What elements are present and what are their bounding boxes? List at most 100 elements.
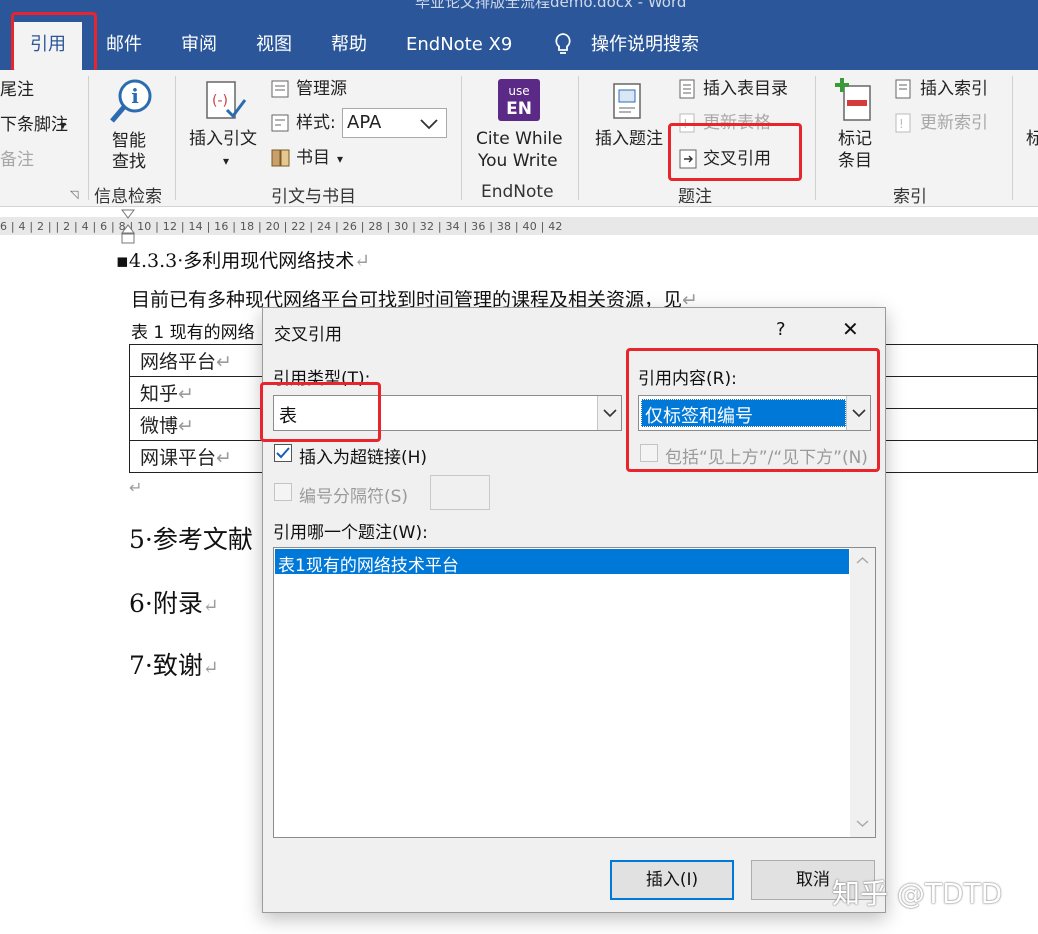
citation-style-select[interactable]: APA [342, 108, 447, 138]
tab-mailings[interactable]: 邮件 [106, 30, 142, 64]
which-caption-label: 引用哪一个题注(W): [273, 523, 428, 543]
bibliography-icon [271, 149, 290, 167]
chevron-down-icon: ▾ [60, 118, 67, 132]
group-label-endnote: EndNote [481, 182, 554, 202]
manage-sources-icon [271, 80, 289, 98]
dialog-title: 交叉引用 [274, 325, 342, 345]
tab-endnote[interactable]: EndNote X9 [406, 30, 512, 64]
insert-as-hyperlink-checkbox[interactable] [274, 444, 292, 462]
chevron-down-icon: ▾ [337, 152, 344, 166]
chevron-down-icon[interactable] [856, 819, 869, 828]
reference-type-select[interactable]: 表 [273, 395, 622, 431]
cite-while-you-write-label-2[interactable]: You Write [478, 150, 558, 172]
table-caption: 表 1 现有的网络 [131, 323, 255, 343]
group-label-citations: 引文与书目 [271, 187, 356, 207]
insert-caption-button[interactable]: 插入题注 [595, 128, 663, 150]
insert-button[interactable]: 插入(I) [610, 860, 734, 900]
svg-text:!: ! [683, 117, 688, 131]
watermark: 知乎 @TDTD [832, 877, 1003, 910]
update-table-button[interactable]: 更新表格 [703, 112, 771, 134]
horizontal-ruler[interactable]: 6 | 4 | 2 | | 2 | 4 | 6 | 8 | 10 | 12 | … [0, 207, 1038, 245]
insert-citation-icon: (-) [206, 81, 247, 119]
svg-text:EN: EN [506, 99, 532, 119]
cite-while-you-write-label-1[interactable]: Cite While [476, 128, 563, 150]
endnote-button[interactable]: 尾注 [0, 79, 34, 101]
style-label: 样式: [296, 113, 336, 133]
include-above-below-label: 包括“见上方”/“见下方”(N) [665, 448, 868, 468]
bibliography-button[interactable]: 书目 [296, 147, 330, 169]
smart-lookup-label-2[interactable]: 查找 [112, 151, 146, 173]
dialog-launcher-icon[interactable]: ◹ [70, 184, 78, 206]
reference-type-value: 表 [279, 406, 297, 427]
close-button[interactable]: ✕ [842, 317, 859, 341]
endnote-logo-icon: use EN [498, 79, 540, 121]
update-table-icon: ! [679, 113, 695, 133]
insert-citation-button[interactable]: 插入引文 [189, 128, 257, 150]
title-bar: 毕业论文排版全流程demo.docx - Word 引用 邮件 审阅 视图 帮助… [0, 0, 1038, 70]
caption-list[interactable]: 表1现有的网络技术平台 [273, 547, 876, 838]
heading-4-3-3: ▪4.3.3·多利用现代网络技术↵ [116, 250, 371, 272]
smart-lookup-label-1[interactable]: 智能 [112, 130, 146, 152]
empty-paragraph-mark: ↵ [129, 478, 143, 497]
group-label-index: 索引 [893, 187, 927, 207]
cross-reference-icon [679, 149, 697, 169]
heading-7: 7·致谢↵ [129, 651, 219, 680]
mark-entry-label-2[interactable]: 条目 [838, 150, 872, 172]
svg-text:i: i [131, 84, 139, 108]
tab-view[interactable]: 视图 [256, 30, 292, 64]
cross-reference-dialog: 交叉引用 ? ✕ 引用类型(T): 表 引用内容(R): 仅标签和编号 插入为超… [262, 307, 886, 913]
group-label-research: 信息检索 [94, 187, 162, 207]
heading-5: 5·参考文献 [129, 525, 253, 554]
include-above-below-checkbox[interactable] [640, 444, 658, 462]
mark-entry-icon [835, 78, 871, 121]
chevron-down-icon [420, 119, 438, 130]
lightbulb-icon [555, 33, 571, 54]
update-index-button[interactable]: 更新索引 [920, 112, 988, 134]
svg-text:(-): (-) [212, 93, 228, 109]
cross-reference-button[interactable]: 交叉引用 [703, 148, 771, 170]
show-notes-button[interactable]: 备注 [0, 149, 34, 171]
separate-numbers-label: 编号分隔符(S) [299, 487, 409, 507]
chevron-down-icon [602, 409, 617, 418]
smart-lookup-icon: i [110, 79, 152, 123]
svg-text:!: ! [899, 117, 904, 131]
separate-numbers-checkbox[interactable] [274, 483, 292, 501]
insert-index-button[interactable]: 插入索引 [920, 78, 988, 100]
tab-references[interactable]: 引用 [14, 22, 82, 70]
heading-6: 6·附录↵ [129, 589, 219, 618]
window-title: 毕业论文排版全流程demo.docx - Word [415, 0, 687, 11]
chevron-down-icon [851, 409, 866, 418]
next-footnote-button[interactable]: 下条脚注 [0, 114, 68, 136]
reference-type-label: 引用类型(T): [273, 369, 371, 389]
tab-review[interactable]: 审阅 [181, 30, 217, 64]
manage-sources-button[interactable]: 管理源 [296, 78, 347, 100]
help-button[interactable]: ? [776, 319, 786, 340]
tell-me-search[interactable]: 操作说明搜索 [591, 30, 699, 64]
checkmark-icon [276, 447, 290, 459]
insert-as-hyperlink-label: 插入为超链接(H) [299, 448, 428, 468]
mark-entry-label-1[interactable]: 标记 [838, 128, 872, 150]
separator-input[interactable] [430, 475, 490, 510]
insert-table-of-figures-button[interactable]: 插入表目录 [703, 78, 788, 100]
update-index-icon: ! [895, 113, 911, 133]
caption-list-scrollbar[interactable] [850, 548, 875, 837]
ruler-scale: 6 | 4 | 2 | | 2 | 4 | 6 | 8 | 10 | 12 | … [0, 220, 563, 233]
reference-content-value: 仅标签和编号 [645, 406, 753, 427]
overflow-group-label[interactable]: 标 [1026, 128, 1038, 150]
tab-help[interactable]: 帮助 [331, 30, 367, 64]
reference-content-label: 引用内容(R): [638, 369, 737, 389]
insert-caption-icon [613, 83, 641, 119]
caption-item-text: 表1现有的网络技术平台 [278, 556, 459, 576]
chevron-down-icon: ▾ [223, 154, 230, 168]
ribbon: 尾注 下条脚注 ▾ 备注 ◹ i 智能 查找 信息检索 (-) 插入引文 ▾ 管… [0, 70, 1038, 207]
list-item[interactable]: 表1现有的网络技术平台 [275, 549, 849, 576]
group-label-captions: 题注 [678, 187, 712, 207]
chevron-up-icon[interactable] [856, 556, 869, 565]
reference-content-select[interactable]: 仅标签和编号 [638, 395, 871, 431]
style-icon [271, 114, 289, 132]
table-of-figures-icon [679, 79, 695, 99]
insert-index-icon [895, 79, 911, 99]
citation-style-value: APA [347, 112, 382, 133]
indent-marker-icon[interactable] [121, 209, 135, 245]
svg-text:use: use [508, 84, 529, 98]
